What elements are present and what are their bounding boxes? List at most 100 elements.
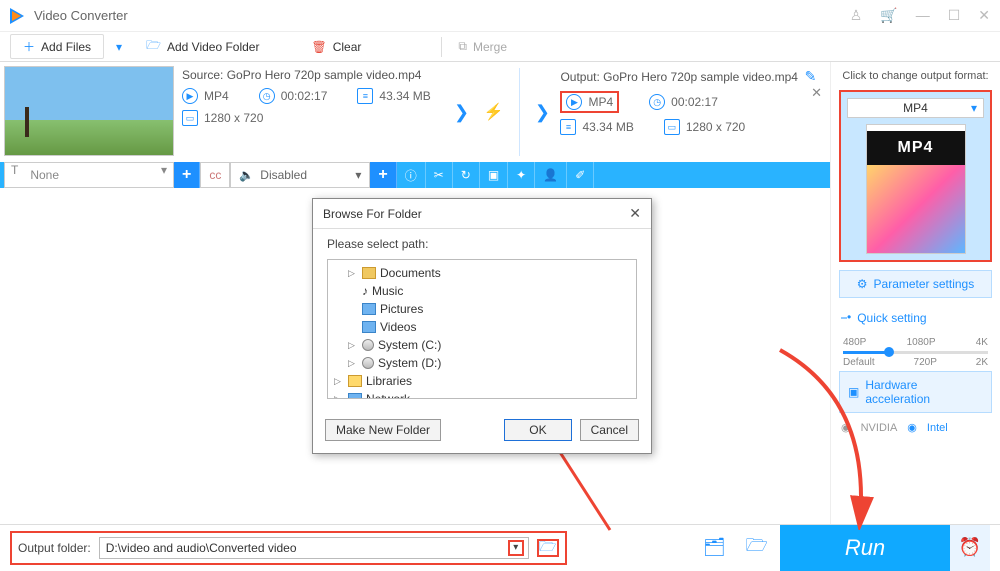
rotate-tool-icon[interactable]: ↻	[453, 162, 480, 188]
schedule-icon[interactable]: ⏰	[950, 525, 990, 571]
sliders-icon: ⚙	[857, 277, 868, 291]
parameter-settings-button[interactable]: ⚙ Parameter settings	[839, 270, 992, 298]
output-format-box[interactable]: MP4 ▾ MP4	[839, 90, 992, 262]
clear-label: Clear	[333, 40, 362, 54]
clear-button[interactable]: 🗑 Clear	[299, 37, 373, 57]
hw-vendors: ◉NVIDIA◉Intel	[839, 421, 992, 434]
dialog-prompt: Please select path:	[327, 237, 637, 251]
make-new-folder-button[interactable]: Make New Folder	[325, 419, 441, 441]
edit-toolbar: TNone▾ + cc 🔈Disabled▾ + ⓘ ✂ ↻ ▣ ✦ 👤 ✐	[0, 162, 830, 188]
chevron-down-icon: ▾	[971, 101, 977, 115]
audio-select[interactable]: 🔈 Disabled ▾	[230, 162, 370, 188]
clock-icon: ◷	[649, 94, 665, 110]
add-files-button[interactable]: ＋Add Files	[10, 34, 104, 59]
source-name: GoPro Hero 720p sample video.mp4	[227, 68, 422, 82]
arrow-icon: ❯	[532, 68, 552, 156]
chip-icon: ▣	[848, 385, 859, 399]
speaker-icon: 🔈	[239, 168, 254, 182]
libraries-icon	[348, 375, 362, 387]
browse-folder-dialog: Browse For Folder ✕ Please select path: ▷…	[312, 198, 652, 454]
bottom-bar: Output folder: D:\video and audio\Conver…	[0, 524, 1000, 570]
effects-tool-icon[interactable]: ✦	[508, 162, 535, 188]
browse-folder-button[interactable]: 🗁	[537, 539, 559, 557]
file-row: Source: GoPro Hero 720p sample video.mp4…	[0, 62, 830, 162]
right-panel: Click to change output format: MP4 ▾ MP4 …	[830, 62, 1000, 524]
output-label: Output:	[560, 70, 599, 84]
resolution-icon: ▭	[664, 119, 680, 135]
crop-tool-icon[interactable]: ▣	[480, 162, 508, 188]
watermark-tool-icon[interactable]: 👤	[535, 162, 567, 188]
trash-icon: 🗑	[311, 40, 326, 54]
output-size: 43.34 MB	[582, 120, 633, 134]
edit-icon[interactable]: ✎	[805, 68, 817, 84]
add-folder-button[interactable]: 🗁Add Video Folder	[134, 33, 271, 60]
open-folder-icon[interactable]: 🗁	[746, 533, 768, 563]
dialog-title: Browse For Folder	[323, 207, 422, 221]
format-tile-label: MP4	[867, 131, 965, 165]
audio-value: Disabled	[260, 168, 307, 182]
output-folder-input[interactable]: D:\video and audio\Converted video ▾	[99, 537, 529, 559]
subtitle-select[interactable]: TNone▾	[4, 162, 174, 188]
close-window-icon[interactable]: ✕	[978, 7, 990, 24]
output-folder-group: Output folder: D:\video and audio\Conver…	[10, 531, 567, 565]
music-icon: ♪	[362, 282, 368, 300]
output-duration: 00:02:17	[671, 95, 718, 109]
cart-icon[interactable]: 🛒	[880, 7, 897, 24]
disk-icon	[362, 357, 374, 369]
subtitle-value: None	[24, 163, 155, 187]
format-icon: ▶	[182, 88, 198, 104]
quick-setting-label: ⎯•Quick setting	[839, 306, 992, 329]
format-header: Click to change output format:	[839, 70, 992, 82]
folder-dropdown-icon[interactable]: ▾	[508, 540, 524, 556]
output-resolution: 1280 x 720	[686, 120, 745, 134]
subtitle-tool-icon[interactable]: ✐	[567, 162, 594, 188]
lightning-icon: ⚡	[484, 102, 504, 122]
remove-file-icon[interactable]: ✕	[811, 85, 822, 101]
source-duration: 00:02:17	[281, 89, 328, 103]
output-folder-label: Output folder:	[18, 541, 91, 555]
hw-accel-button[interactable]: ▣ Hardware acceleration	[839, 371, 992, 413]
merge-button[interactable]: ⧉Merge	[446, 36, 519, 57]
add-files-label: Add Files	[41, 40, 91, 54]
video-thumbnail[interactable]	[4, 66, 174, 156]
dialog-close-icon[interactable]: ✕	[629, 205, 641, 222]
output-folder-path: D:\video and audio\Converted video	[106, 541, 297, 555]
add-audio-button[interactable]: +	[370, 162, 396, 188]
videos-icon	[362, 321, 376, 333]
pictures-icon	[362, 303, 376, 315]
chevron-down-icon: ▾	[155, 163, 173, 187]
app-title: Video Converter	[34, 8, 850, 23]
text-icon: T	[5, 163, 24, 187]
add-files-dropdown-icon[interactable]: ▾	[108, 40, 130, 54]
ok-button[interactable]: OK	[504, 419, 571, 441]
output-name: GoPro Hero 720p sample video.mp4	[603, 70, 798, 84]
add-subtitle-button[interactable]: +	[174, 162, 200, 188]
resolution-icon: ▭	[182, 110, 198, 126]
folder-icon	[362, 267, 376, 279]
format-icon: ▶	[566, 94, 582, 110]
folder-tree[interactable]: ▷Documents ♪Music Pictures Videos ▷Syste…	[327, 259, 637, 399]
merge-label: Merge	[473, 40, 507, 54]
output-format[interactable]: MP4	[588, 95, 613, 109]
source-size: 43.34 MB	[379, 89, 430, 103]
user-icon[interactable]: ♙	[850, 7, 863, 24]
hw-label: Hardware acceleration	[865, 378, 983, 406]
task-list-icon[interactable]: 🗂	[703, 537, 726, 558]
maximize-icon[interactable]: ☐	[948, 7, 961, 24]
run-button[interactable]: Run	[780, 525, 950, 571]
nvidia-icon: ◉	[841, 421, 851, 434]
disk-icon	[362, 339, 374, 351]
clock-icon: ◷	[259, 88, 275, 104]
param-label: Parameter settings	[874, 277, 975, 291]
minimize-icon[interactable]: —	[916, 7, 930, 24]
source-label: Source:	[182, 68, 223, 82]
cancel-button[interactable]: Cancel	[580, 419, 639, 441]
chevron-down-icon: ▾	[355, 168, 361, 182]
format-value: MP4	[903, 101, 928, 115]
folder-plus-icon: 🗁	[146, 36, 161, 57]
info-tool-icon[interactable]: ⓘ	[397, 162, 426, 188]
cut-tool-icon[interactable]: ✂	[426, 162, 453, 188]
titlebar: Video Converter ♙ 🛒 — ☐ ✕	[0, 0, 1000, 32]
cc-button[interactable]: cc	[200, 162, 230, 188]
resolution-slider[interactable]: 480P1080P4K Default720P2K	[839, 337, 992, 363]
